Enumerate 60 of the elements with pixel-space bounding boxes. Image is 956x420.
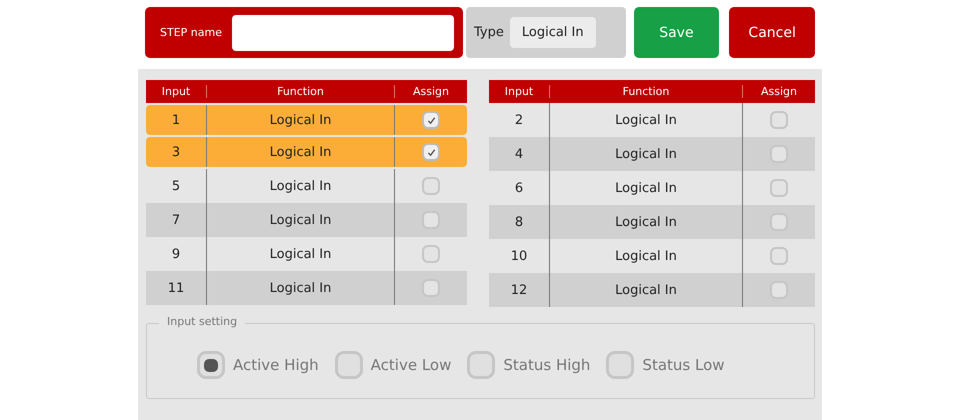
- column-header: Function: [206, 85, 394, 98]
- column-header: Assign: [394, 85, 467, 98]
- type-label: Type: [474, 25, 504, 40]
- assign-checkbox[interactable]: [770, 281, 788, 299]
- assign-checkbox[interactable]: [422, 111, 440, 129]
- table-row[interactable]: 12 Logical In: [489, 273, 815, 307]
- radio-button[interactable]: [606, 351, 634, 379]
- assign-checkbox[interactable]: [770, 247, 788, 265]
- input-number: 4: [514, 146, 524, 162]
- assign-checkbox[interactable]: [770, 145, 788, 163]
- group-legend: Input setting: [159, 315, 246, 328]
- table-row[interactable]: 1 Logical In: [146, 105, 467, 135]
- input-number: 3: [170, 144, 182, 160]
- table-row[interactable]: 3 Logical In: [146, 137, 467, 167]
- table-row[interactable]: 8 Logical In: [489, 205, 815, 239]
- column-header: Input: [160, 85, 192, 98]
- function-cell: Logical In: [549, 205, 743, 239]
- function-cell: Logical In: [549, 137, 743, 171]
- function-cell: Logical In: [549, 273, 743, 307]
- assign-checkbox[interactable]: [422, 177, 440, 195]
- input-number: 8: [514, 214, 524, 230]
- input-number: 5: [170, 178, 182, 194]
- radio-button[interactable]: [197, 351, 225, 379]
- assign-checkbox[interactable]: [422, 211, 440, 229]
- assign-checkbox[interactable]: [770, 179, 788, 197]
- option-label: Active High: [233, 356, 319, 374]
- step-name-field[interactable]: [232, 14, 454, 50]
- assign-checkbox[interactable]: [422, 279, 440, 297]
- option-label: Active Low: [370, 356, 452, 374]
- input-number: 9: [170, 246, 182, 262]
- check-icon: [426, 116, 436, 124]
- table-row[interactable]: 4 Logical In: [489, 137, 815, 171]
- function-cell: Logical In: [206, 271, 395, 305]
- column-header: Input: [504, 85, 534, 98]
- cancel-button[interactable]: Cancel: [729, 7, 816, 58]
- table-row[interactable]: 11 Logical In: [146, 271, 467, 305]
- assign-checkbox[interactable]: [770, 213, 788, 231]
- input-number: 12: [510, 282, 528, 298]
- input-number: 11: [166, 280, 186, 296]
- function-cell: Logical In: [206, 203, 395, 237]
- input-number: 2: [514, 112, 524, 128]
- type-value: Logical In: [510, 17, 596, 48]
- radio-button[interactable]: [467, 351, 496, 379]
- option-label: Status Low: [642, 356, 725, 374]
- function-cell: Logical In: [206, 137, 395, 167]
- check-icon: [426, 148, 436, 156]
- input-number: 1: [170, 112, 182, 128]
- function-cell: Logical In: [206, 105, 395, 135]
- input-number: 6: [514, 180, 524, 196]
- assign-checkbox[interactable]: [770, 111, 788, 129]
- radio-button[interactable]: [334, 351, 363, 379]
- table-row[interactable]: 7 Logical In: [146, 203, 467, 237]
- assign-checkbox[interactable]: [422, 143, 440, 161]
- input-number: 7: [170, 212, 182, 228]
- assign-checkbox[interactable]: [422, 245, 440, 263]
- step-name-label: STEP name: [160, 26, 222, 39]
- column-header: Function: [549, 85, 742, 98]
- option-label: Status High: [503, 356, 590, 374]
- input-number: 10: [510, 248, 528, 264]
- column-header: Assign: [742, 85, 815, 98]
